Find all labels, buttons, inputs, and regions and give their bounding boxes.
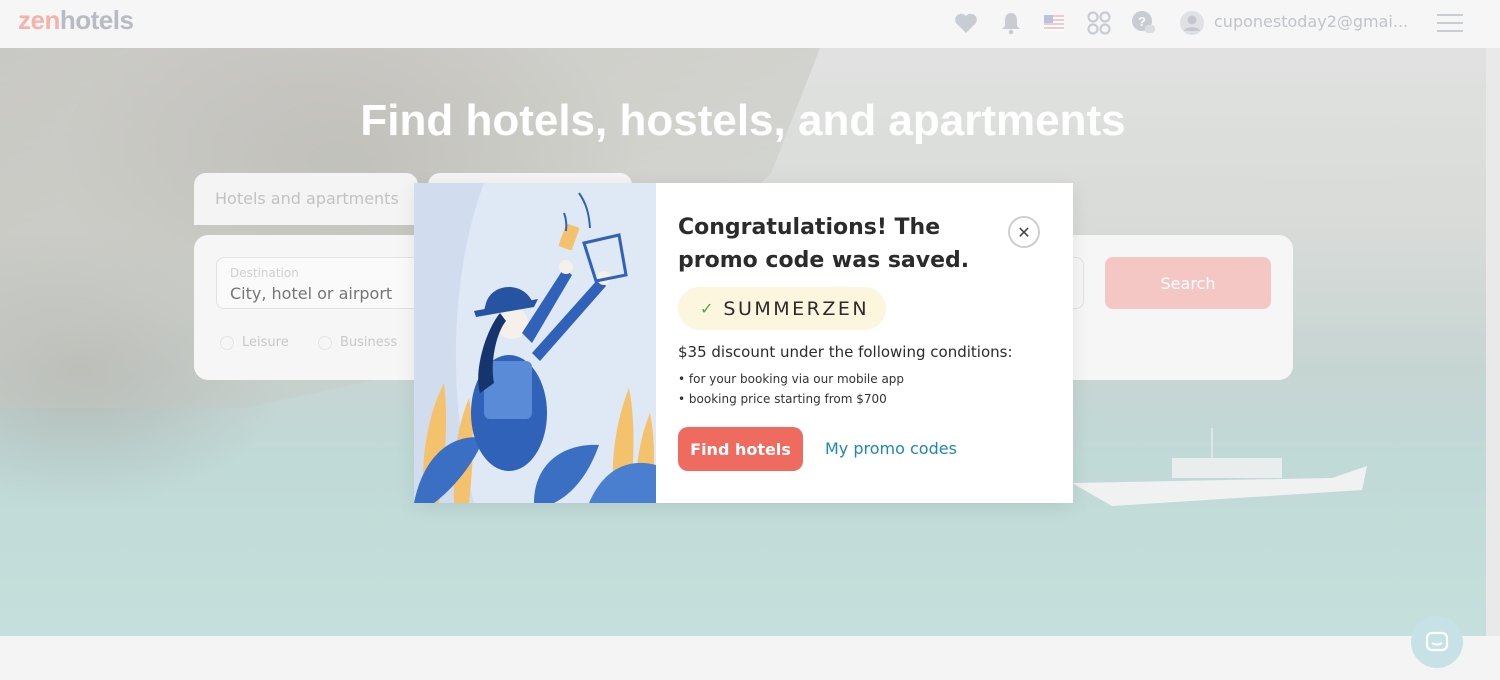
bell-icon[interactable] (998, 10, 1024, 36)
boat-image (1072, 428, 1367, 506)
destination-label: Destination (230, 266, 299, 280)
radio-circle-icon (318, 335, 332, 350)
business-label: Business (340, 335, 398, 350)
tab-hotels-label: Hotels and apartments (215, 189, 399, 208)
radio-circle-icon (220, 335, 234, 350)
top-header: zenhotels ? cuponestoday2@gmai... (0, 0, 1500, 48)
close-button[interactable]: ✕ (1008, 216, 1040, 248)
chat-support-button[interactable] (1411, 616, 1463, 668)
svg-text:?: ? (1138, 14, 1146, 29)
promo-code-text: SUMMERZEN (723, 297, 870, 320)
trip-type-leisure-radio[interactable]: Leisure (220, 335, 289, 350)
trip-type-business-radio[interactable]: Business (318, 335, 397, 350)
zenhotels-logo[interactable]: zenhotels (18, 5, 134, 36)
heart-icon[interactable] (953, 10, 979, 36)
avatar-icon[interactable] (1179, 10, 1205, 36)
leisure-label: Leisure (242, 335, 289, 350)
promo-saved-modal: Congratulations! The promo code was save… (414, 183, 1073, 503)
modal-title: Congratulations! The promo code was save… (678, 215, 970, 273)
help-icon[interactable]: ? (1131, 10, 1157, 36)
tab-hotels-and-apartments[interactable]: Hotels and apartments (194, 173, 418, 225)
promo-code-badge: ✓ SUMMERZEN (678, 287, 886, 330)
find-hotels-button[interactable]: Find hotels (678, 427, 803, 471)
checkmark-icon: ✓ (700, 299, 714, 318)
menu-icon[interactable] (1436, 10, 1464, 36)
us-flag-icon[interactable] (1041, 10, 1067, 36)
condition-item: for your booking via our mobile app (678, 369, 904, 389)
page-scrollbar[interactable] (1486, 48, 1500, 636)
my-promo-codes-link[interactable]: My promo codes (825, 439, 957, 458)
conditions-list: for your booking via our mobile app book… (678, 369, 904, 409)
destination-input[interactable] (230, 284, 430, 303)
hero-title: Find hotels, hostels, and apartments (360, 96, 1126, 145)
logo-zen-text: zen (18, 5, 60, 35)
logo-hotels-text: hotels (59, 5, 134, 35)
currency-icon[interactable] (1086, 10, 1112, 36)
user-email[interactable]: cuponestoday2@gmai... (1214, 12, 1408, 31)
chat-icon (1425, 631, 1449, 652)
celebration-illustration (414, 183, 656, 503)
close-icon: ✕ (1017, 222, 1031, 242)
search-button[interactable]: Search (1105, 257, 1271, 309)
condition-item: booking price starting from $700 (678, 389, 904, 409)
destination-field[interactable]: Destination (216, 257, 446, 309)
discount-conditions-heading: $35 discount under the following conditi… (678, 343, 1013, 361)
